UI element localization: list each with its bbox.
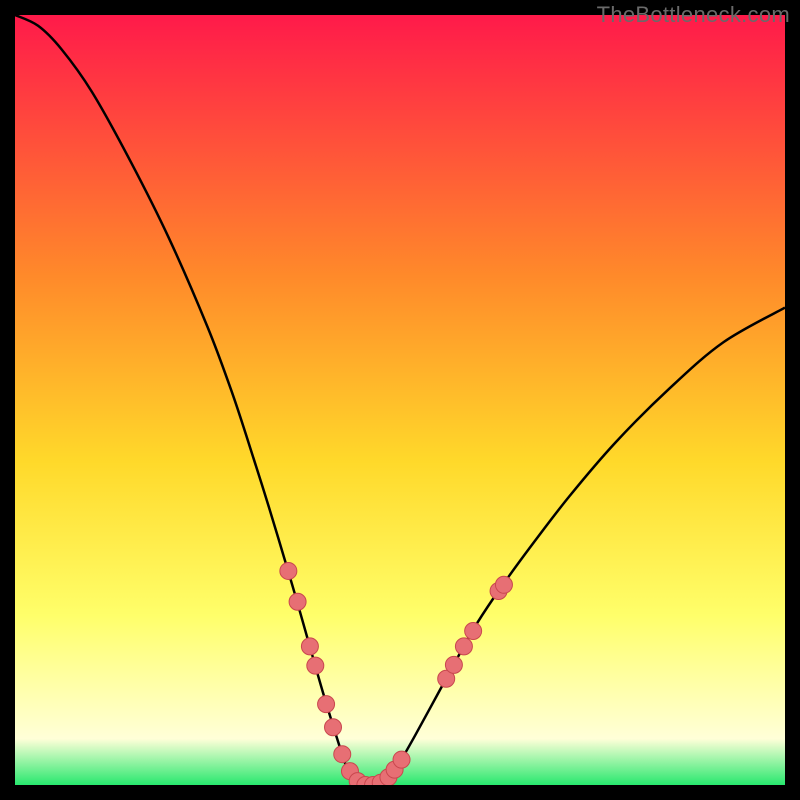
chart-frame — [15, 15, 785, 785]
data-marker — [280, 562, 297, 579]
data-marker — [289, 593, 306, 610]
data-marker — [455, 638, 472, 655]
watermark-label: TheBottleneck.com — [597, 2, 790, 28]
data-marker — [325, 719, 342, 736]
data-marker — [301, 638, 318, 655]
gradient-background — [15, 15, 785, 785]
data-marker — [307, 657, 324, 674]
data-marker — [465, 623, 482, 640]
data-marker — [445, 656, 462, 673]
data-marker — [393, 751, 410, 768]
data-marker — [495, 576, 512, 593]
data-marker — [334, 746, 351, 763]
data-marker — [318, 696, 335, 713]
bottleneck-chart — [15, 15, 785, 785]
